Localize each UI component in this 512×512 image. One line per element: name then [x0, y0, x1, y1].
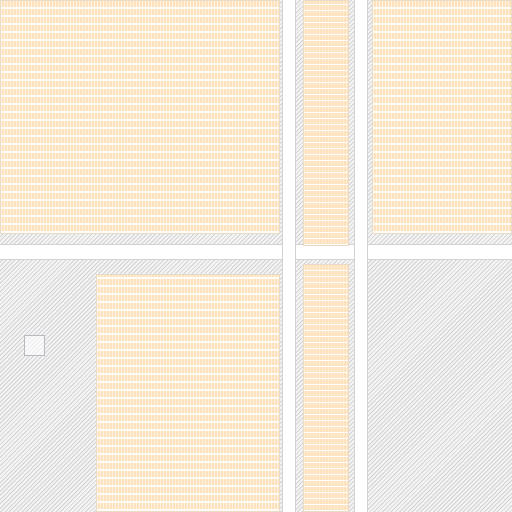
horizontal-road — [0, 244, 512, 260]
building-strip-top[interactable] — [303, 0, 349, 246]
building-top-left[interactable] — [0, 0, 280, 234]
small-square-marker[interactable] — [24, 335, 45, 356]
vertical-road-left — [282, 0, 296, 512]
horizontal-road-edge-bottom — [0, 259, 512, 260]
building-strip-bottom[interactable] — [303, 264, 349, 512]
vertical-road-right-edge-b — [367, 0, 368, 512]
map-canvas[interactable] — [0, 0, 512, 512]
vertical-road-left-edge-a — [282, 0, 283, 512]
vertical-road-right-edge-a — [354, 0, 355, 512]
vertical-road-left-edge-b — [295, 0, 296, 512]
building-top-right[interactable] — [372, 0, 512, 234]
horizontal-road-edge-top — [0, 244, 512, 245]
vertical-road-right — [354, 0, 368, 512]
building-bottom-center[interactable] — [96, 274, 280, 512]
